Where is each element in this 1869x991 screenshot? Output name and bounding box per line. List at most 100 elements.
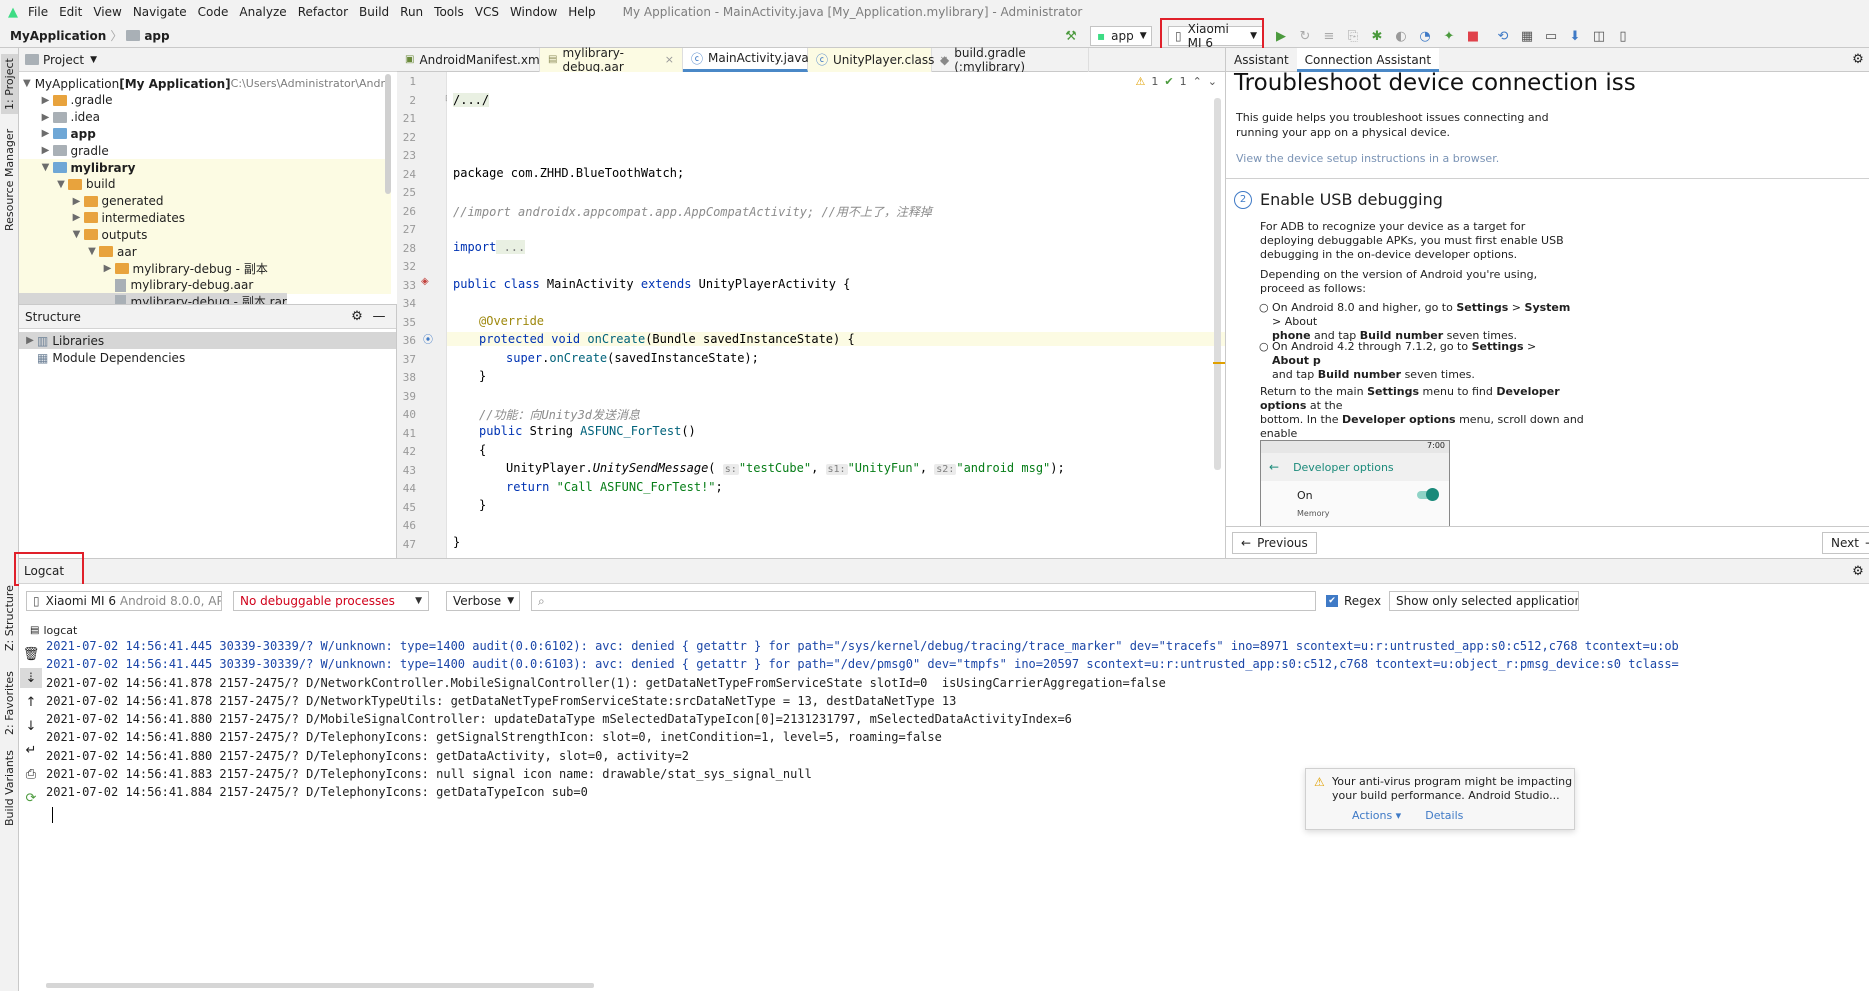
process-selector[interactable]: No debuggable processes ▼	[233, 591, 429, 611]
menu-run[interactable]: Run	[400, 5, 423, 19]
chevron-right-icon[interactable]: ▶	[101, 263, 115, 274]
arrow-down-icon[interactable]: ↓	[20, 716, 42, 736]
make-project-hammer-icon[interactable]: ⚒	[1060, 26, 1082, 46]
tab-mylibrary-debug-aar[interactable]: ▤ mylibrary-debug.aar ×	[540, 46, 683, 74]
menu-help[interactable]: Help	[568, 5, 595, 19]
tab-unity-player-class[interactable]: ⓒ UnityPlayer.class ×	[808, 47, 949, 72]
project-structure-icon[interactable]: ▦	[1516, 26, 1538, 46]
gear-icon[interactable]: ⚙	[346, 307, 368, 327]
tab-project[interactable]: 1: Project	[1, 54, 18, 114]
regex-checkbox[interactable]: ✔ Regex	[1326, 594, 1381, 608]
tree-node[interactable]: ▼ aar	[19, 243, 391, 260]
run-class-icon[interactable]: ◈	[421, 276, 429, 287]
logcat-search-field[interactable]: ⌕	[531, 591, 1316, 611]
previous-button[interactable]: ← Previous	[1232, 531, 1317, 554]
logcat-sub-label[interactable]: logcat	[43, 624, 77, 637]
gear-icon[interactable]: ⚙	[1847, 50, 1869, 70]
menu-file[interactable]: File	[28, 5, 48, 19]
restart-icon[interactable]: ⟳	[20, 788, 42, 808]
tree-node[interactable]: ▼ outputs	[19, 226, 391, 244]
tree-node[interactable]: mylibrary-debug - 副本.rar	[19, 293, 287, 304]
stop-icon[interactable]: ■	[1462, 26, 1484, 46]
log-level-selector[interactable]: Verbose ▼	[446, 591, 520, 611]
print-icon[interactable]: ⎙	[20, 764, 42, 784]
menu-build[interactable]: Build	[359, 5, 389, 19]
logcat-device-selector[interactable]: ▯ Xiaomi MI 6 Android 8.0.0, API 2 ▼	[26, 591, 222, 611]
details-link[interactable]: Details	[1425, 809, 1463, 822]
chevron-down-icon[interactable]: ▼	[70, 229, 84, 240]
apply-changes-icon[interactable]: ≡	[1318, 26, 1340, 46]
tree-node[interactable]: mylibrary-debug.aar	[19, 276, 391, 294]
menu-view[interactable]: View	[93, 5, 121, 19]
tab-connection-assistant[interactable]: Connection Assistant	[1296, 48, 1440, 72]
chevron-right-icon[interactable]: ▶	[39, 112, 53, 123]
coverage-icon[interactable]: ◐	[1390, 26, 1412, 46]
tree-node[interactable]: ▶ app	[19, 125, 391, 142]
tab-android-manifest[interactable]: ▣ AndroidManifest.xml ×	[397, 47, 557, 72]
tab-assistant[interactable]: Assistant	[1226, 53, 1297, 67]
menu-code[interactable]: Code	[198, 5, 229, 19]
clear-logcat-icon[interactable]: 🗑	[20, 644, 42, 664]
tree-node[interactable]: ▶ intermediates	[19, 209, 391, 227]
sync-gradle-icon[interactable]: ⟲	[1492, 26, 1514, 46]
tree-node[interactable]: ▼ build	[19, 175, 391, 193]
apply-code-changes-icon[interactable]: ⎘	[1342, 26, 1364, 46]
layout-inspector-icon[interactable]: ◫	[1588, 26, 1610, 46]
menu-vcs[interactable]: VCS	[475, 5, 499, 19]
structure-item-module-dependencies[interactable]: ▦ Module Dependencies	[19, 349, 396, 366]
next-button[interactable]: Next→	[1821, 531, 1869, 554]
tab-build-gradle[interactable]: ◆ build.gradle (:mylibrary)	[932, 46, 1089, 74]
menu-tools[interactable]: Tools	[434, 5, 464, 19]
attach-debugger-icon[interactable]: ✦	[1438, 26, 1460, 46]
chevron-right-icon[interactable]: ▶	[70, 196, 84, 207]
menu-refactor[interactable]: Refactor	[298, 5, 348, 19]
gear-icon[interactable]: ⚙	[1847, 561, 1869, 581]
avd-manager-icon[interactable]: ▭	[1540, 26, 1562, 46]
menu-analyze[interactable]: Analyze	[239, 5, 286, 19]
sdk-manager-icon[interactable]: ⬇	[1564, 26, 1586, 46]
menu-navigate[interactable]: Navigate	[133, 5, 187, 19]
chevron-right-icon[interactable]: ▶	[39, 145, 53, 156]
chevron-down-icon[interactable]: ▼	[39, 162, 53, 173]
tab-build-variants[interactable]: Build Variants	[1, 748, 18, 828]
tab-resource-manager[interactable]: Resource Manager	[1, 128, 18, 232]
tab-structure[interactable]: Z: Structure	[1, 578, 18, 658]
menu-window[interactable]: Window	[510, 5, 557, 19]
chevron-down-icon[interactable]: ▼	[85, 246, 99, 257]
project-panel-title[interactable]: Project	[43, 53, 84, 67]
chevron-down-icon[interactable]: ⌄	[1208, 75, 1217, 88]
chevron-right-icon[interactable]: ▶	[39, 128, 53, 139]
logcat-horizontal-scrollbar[interactable]	[46, 983, 594, 988]
device-explorer-icon[interactable]: ▯	[1612, 26, 1634, 46]
breadcrumb-module[interactable]: app	[144, 29, 169, 43]
rerun-icon[interactable]: ↻	[1294, 26, 1316, 46]
device-setup-link[interactable]: View the device setup instructions in a …	[1236, 152, 1499, 165]
soft-wrap-icon[interactable]: ↵	[20, 740, 42, 760]
chevron-right-icon[interactable]: ▶	[39, 95, 53, 106]
tree-node[interactable]: ▶ generated	[19, 192, 391, 210]
arrow-up-icon[interactable]: ↑	[20, 692, 42, 712]
scroll-to-end-icon[interactable]: ⇣	[20, 668, 42, 688]
logcat-output[interactable]: 2021-07-02 14:56:41.445 30339-30339/? W/…	[46, 637, 1869, 991]
run-icon[interactable]: ▶	[1270, 26, 1292, 46]
close-icon[interactable]: ×	[665, 53, 674, 66]
inspection-widget[interactable]: ⚠ 1 ✔ 1 ⌃ ⌄	[1135, 75, 1217, 88]
tree-node[interactable]: ▶ .gradle	[19, 92, 391, 109]
tree-node[interactable]: ▼ MyApplication [My Application] C:\Users…	[19, 75, 391, 92]
menu-edit[interactable]: Edit	[59, 5, 82, 19]
override-marker-icon[interactable]: ⦿	[423, 331, 433, 346]
chevron-right-icon[interactable]: ▶	[70, 212, 84, 223]
tree-node[interactable]: ▶ mylibrary-debug - 副本	[19, 259, 391, 277]
editor-scrollbar[interactable]	[1214, 98, 1221, 470]
filter-selector[interactable]: Show only selected application	[1389, 591, 1579, 611]
tab-main-activity[interactable]: ⓒ MainActivity.java ×	[683, 47, 823, 72]
logcat-search-input[interactable]	[550, 594, 1309, 608]
structure-item-libraries[interactable]: ▶ ▥ Libraries	[19, 332, 396, 349]
debug-icon[interactable]: ✱	[1366, 26, 1388, 46]
tab-favorites[interactable]: 2: Favorites	[1, 668, 18, 738]
chevron-down-icon[interactable]: ▼	[23, 78, 31, 89]
profile-icon[interactable]: ◔	[1414, 26, 1436, 46]
breadcrumb-project[interactable]: MyApplication	[10, 29, 106, 43]
code-editor[interactable]: ⚠ 1 ✔ 1 ⌃ ⌄ /.../ package com.ZHHD.BlueToo…	[447, 72, 1225, 558]
tree-node[interactable]: ▶ .idea	[19, 109, 391, 126]
